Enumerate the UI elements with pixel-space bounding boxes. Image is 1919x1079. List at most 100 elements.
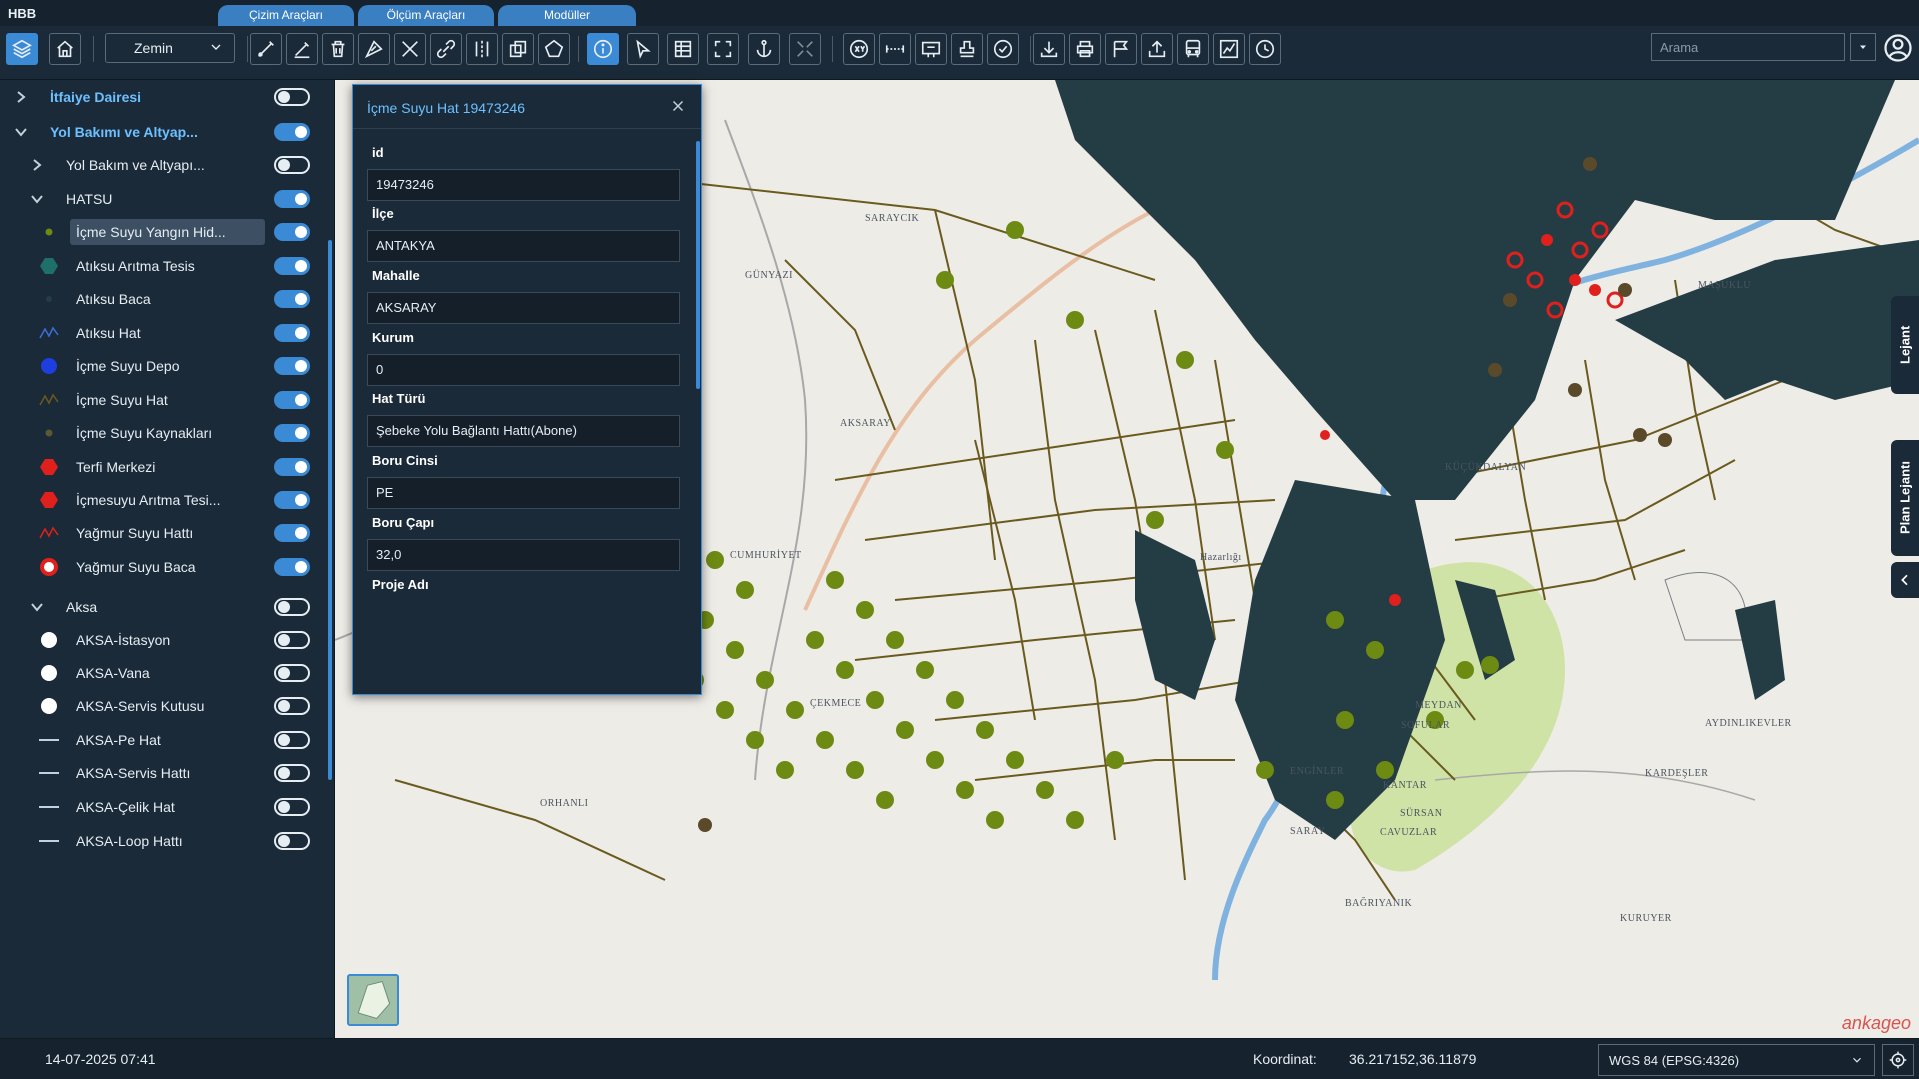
layer-row[interactable]: AKSA-Servis Hattı xyxy=(0,756,325,790)
tab-cizim-araclari[interactable]: Çizim Araçları xyxy=(218,5,354,26)
layer-visibility-toggle[interactable] xyxy=(274,697,310,715)
tab-moduller[interactable]: Modüller xyxy=(498,5,636,26)
layer-visibility-toggle[interactable] xyxy=(274,524,310,542)
layer-label: AKSA-Servis Kutusu xyxy=(76,698,205,714)
download-icon[interactable] xyxy=(1033,33,1065,65)
layer-visibility-toggle[interactable] xyxy=(274,731,310,749)
check-icon[interactable] xyxy=(987,33,1019,65)
draw-edit-icon[interactable] xyxy=(286,33,318,65)
select-icon[interactable] xyxy=(627,33,659,65)
layer-visibility-toggle[interactable] xyxy=(274,190,310,208)
layer-visibility-toggle[interactable] xyxy=(274,424,310,442)
layer-visibility-toggle[interactable] xyxy=(274,324,310,342)
history-icon[interactable] xyxy=(1249,33,1281,65)
layer-visibility-toggle[interactable] xyxy=(274,391,310,409)
expand-icon[interactable] xyxy=(789,33,821,65)
layer-row[interactable]: Atıksu Arıtma Tesis xyxy=(0,249,325,283)
layer-row[interactable]: Atıksu Baca xyxy=(0,282,325,316)
layer-visibility-toggle[interactable] xyxy=(274,798,310,816)
layer-row[interactable]: Aksa xyxy=(0,590,325,624)
upload-icon[interactable] xyxy=(1141,33,1173,65)
layer-visibility-toggle[interactable] xyxy=(274,631,310,649)
close-icon[interactable] xyxy=(669,97,687,115)
layer-visibility-toggle[interactable] xyxy=(274,357,310,375)
layers-icon[interactable] xyxy=(6,33,38,65)
measure-area-icon[interactable] xyxy=(358,33,390,65)
chevron-down-icon[interactable] xyxy=(30,192,44,206)
copy-icon[interactable] xyxy=(502,33,534,65)
layer-visibility-toggle[interactable] xyxy=(274,290,310,308)
layer-visibility-toggle[interactable] xyxy=(274,491,310,509)
home-icon[interactable] xyxy=(49,33,81,65)
layer-row[interactable]: Atıksu Hat xyxy=(0,316,325,350)
layer-row[interactable]: Yağmur Suyu Baca xyxy=(0,550,325,584)
layer-row[interactable]: AKSA-Loop Hattı xyxy=(0,824,325,858)
tab-plan-lejanti[interactable]: Plan Lejantı xyxy=(1891,440,1919,556)
layer-row[interactable]: Yol Bakım ve Altyapı... xyxy=(0,148,325,182)
split-icon[interactable] xyxy=(466,33,498,65)
layer-visibility-toggle[interactable] xyxy=(274,257,310,275)
layer-row[interactable]: İçmesuyu Arıtma Tesi... xyxy=(0,483,325,517)
layer-visibility-toggle[interactable] xyxy=(274,156,310,174)
chart-icon[interactable] xyxy=(1213,33,1245,65)
delete-icon[interactable] xyxy=(322,33,354,65)
place-label: MEYDAN xyxy=(1415,700,1462,711)
chevron-right-icon[interactable] xyxy=(14,90,28,104)
layer-row[interactable]: Yol Bakımı ve Altyap... xyxy=(0,115,325,149)
tab-lejant[interactable]: Lejant xyxy=(1891,296,1919,394)
crs-select[interactable]: WGS 84 (EPSG:4326) xyxy=(1598,1044,1875,1076)
layer-visibility-toggle[interactable] xyxy=(274,458,310,476)
draw-line-icon[interactable] xyxy=(250,33,282,65)
layer-visibility-toggle[interactable] xyxy=(274,598,310,616)
print-icon[interactable] xyxy=(1069,33,1101,65)
chevron-down-icon[interactable] xyxy=(30,600,44,614)
layer-row[interactable]: AKSA-Çelik Hat xyxy=(0,790,325,824)
layer-row[interactable]: AKSA-Vana xyxy=(0,656,325,690)
layer-visibility-toggle[interactable] xyxy=(274,664,310,682)
layer-row[interactable]: Yağmur Suyu Hattı xyxy=(0,516,325,550)
layout-icon[interactable] xyxy=(915,33,947,65)
anchor-icon[interactable] xyxy=(748,33,780,65)
layer-visibility-toggle[interactable] xyxy=(274,558,310,576)
layer-row[interactable]: AKSA-İstasyon xyxy=(0,623,325,657)
search-dropdown-button[interactable] xyxy=(1850,33,1876,61)
info-icon[interactable] xyxy=(587,33,619,65)
layer-row[interactable]: İtfaiye Dairesi xyxy=(0,80,325,114)
fullscreen-icon[interactable] xyxy=(707,33,739,65)
layer-visibility-toggle[interactable] xyxy=(274,88,310,106)
ruler-icon[interactable] xyxy=(879,33,911,65)
chevron-right-icon[interactable] xyxy=(30,158,44,172)
search-input[interactable] xyxy=(1651,33,1845,61)
layer-row[interactable]: Terfi Merkezi xyxy=(0,450,325,484)
layer-visibility-toggle[interactable] xyxy=(274,123,310,141)
layer-visibility-toggle[interactable] xyxy=(274,764,310,782)
minimap-thumbnail[interactable] xyxy=(347,974,399,1026)
coordinate-label: Koordinat: xyxy=(1253,1051,1317,1067)
tab-olcum-araclari[interactable]: Ölçüm Araçları xyxy=(358,5,494,26)
popup-scrollbar[interactable] xyxy=(696,141,700,389)
polygon-icon[interactable] xyxy=(538,33,570,65)
chevron-down-icon[interactable] xyxy=(14,125,28,139)
flag-icon[interactable] xyxy=(1105,33,1137,65)
sidebar-scrollbar[interactable] xyxy=(328,240,332,780)
layer-visibility-toggle[interactable] xyxy=(274,223,310,241)
bus-icon[interactable] xyxy=(1177,33,1209,65)
layer-label: HATSU xyxy=(66,191,113,207)
basemap-select[interactable]: Zemin xyxy=(105,33,235,63)
cut-icon[interactable] xyxy=(394,33,426,65)
layer-row[interactable]: İçme Suyu Kaynakları xyxy=(0,416,325,450)
chevron-left-icon[interactable] xyxy=(1891,562,1919,598)
layer-row[interactable]: AKSA-Servis Kutusu xyxy=(0,689,325,723)
locate-icon[interactable] xyxy=(1882,1044,1914,1076)
table-icon[interactable] xyxy=(667,33,699,65)
layer-row[interactable]: HATSU xyxy=(0,182,325,216)
layer-row[interactable]: İçme Suyu Depo xyxy=(0,349,325,383)
stamp-icon[interactable] xyxy=(951,33,983,65)
user-icon[interactable] xyxy=(1882,32,1914,64)
xy-icon[interactable] xyxy=(843,33,875,65)
layer-row[interactable]: İçme Suyu Yangın Hid... xyxy=(0,215,325,249)
link-icon[interactable] xyxy=(430,33,462,65)
layer-row[interactable]: İçme Suyu Hat xyxy=(0,383,325,417)
layer-visibility-toggle[interactable] xyxy=(274,832,310,850)
layer-row[interactable]: AKSA-Pe Hat xyxy=(0,723,325,757)
